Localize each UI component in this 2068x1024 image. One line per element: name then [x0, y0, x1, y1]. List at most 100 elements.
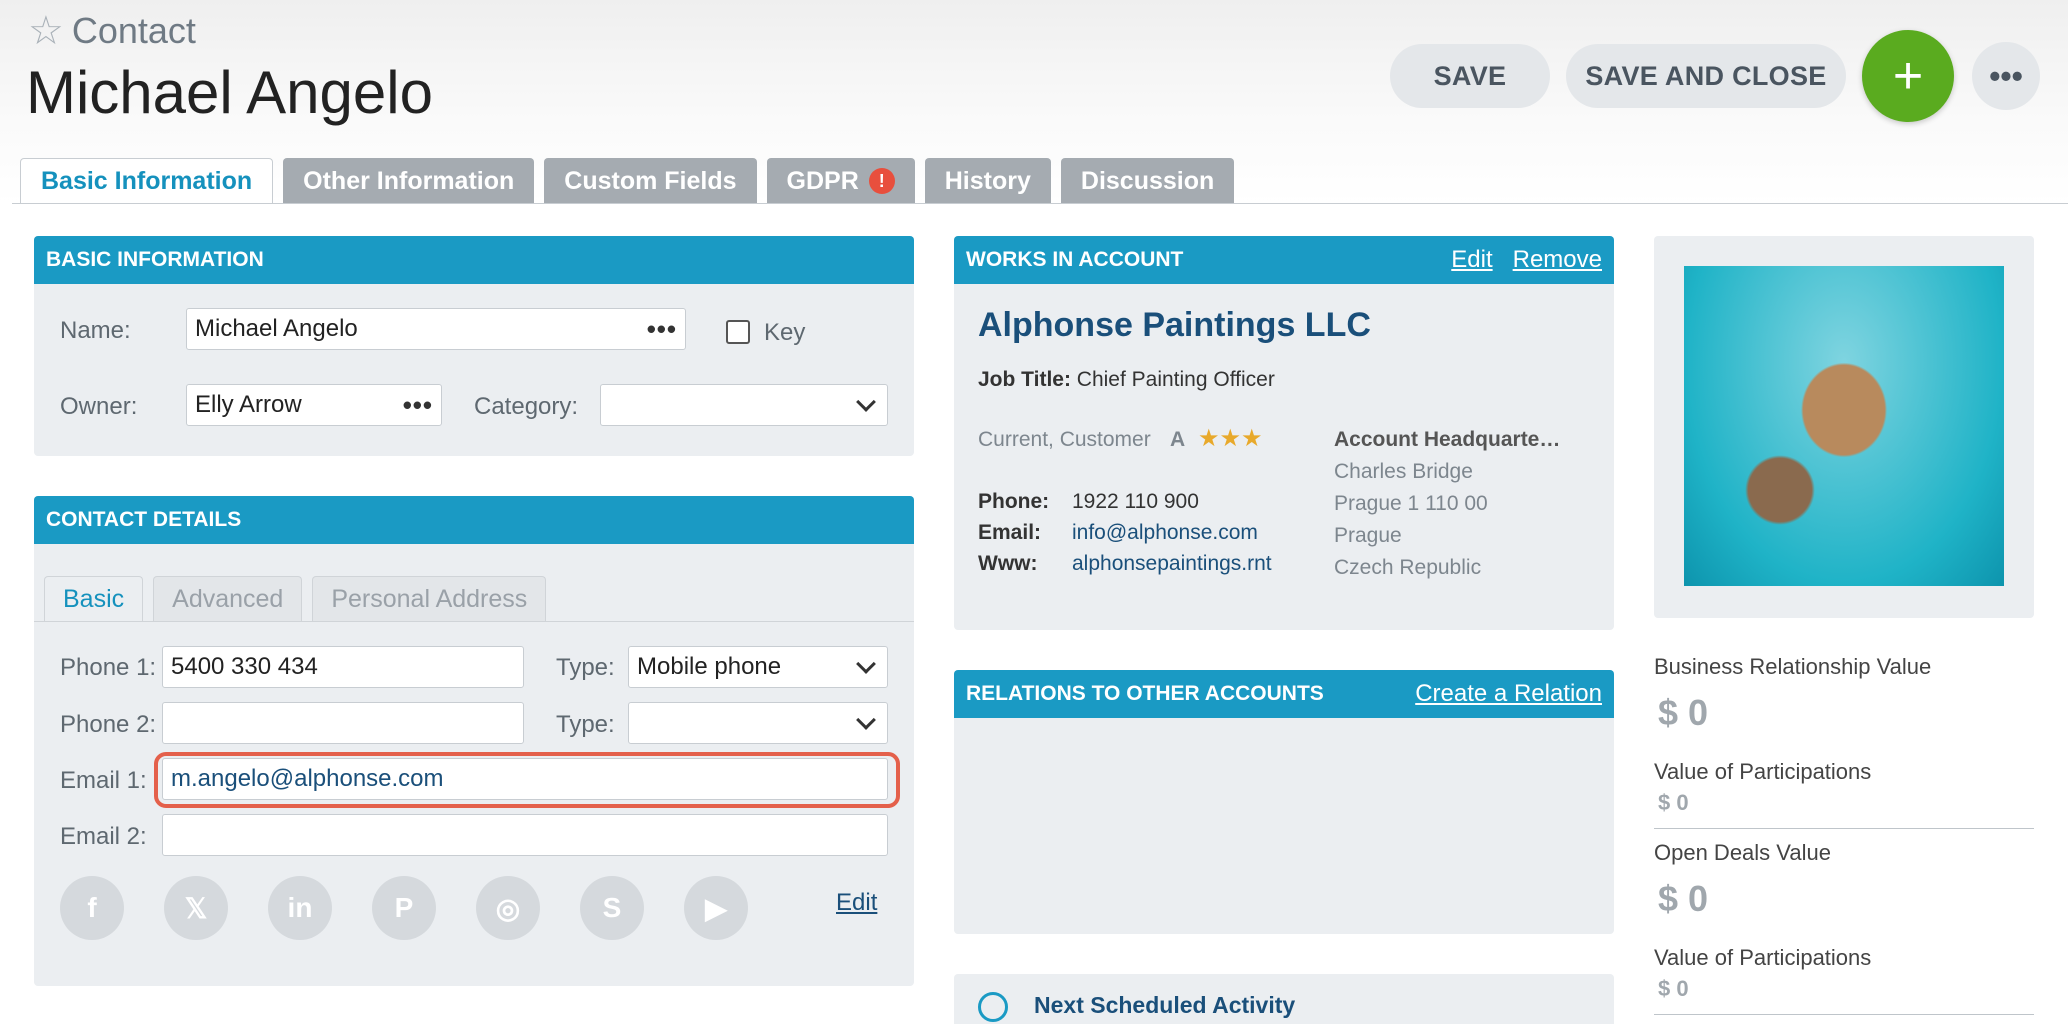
panel-title: RELATIONS TO OTHER ACCOUNTS: [966, 682, 1324, 705]
tab-label: History: [944, 166, 1031, 195]
rating-stars-icon: ★★★: [1198, 425, 1263, 452]
hq-label: Account Headquarte…: [1334, 428, 1561, 451]
main-tabs: Basic Information Other Information Cust…: [20, 158, 1235, 204]
owner-value: Elly Arrow: [195, 391, 302, 418]
tab-custom-fields[interactable]: Custom Fields: [544, 158, 757, 204]
job-title: Job Title: Chief Painting Officer: [978, 368, 1275, 392]
x-twitter-icon[interactable]: 𝕏: [164, 876, 228, 940]
owner-label: Owner:: [60, 393, 138, 420]
vop-value: $ 0: [1658, 790, 1689, 815]
vop-value: $ 0: [1658, 976, 1689, 1001]
account-email-link[interactable]: info@alphonse.com: [1072, 521, 1258, 545]
chevron-down-icon: [856, 710, 876, 730]
next-activity-label[interactable]: Next Scheduled Activity: [1034, 992, 1295, 1019]
divider: [1654, 828, 2034, 829]
contact-subtabs: Basic Advanced Personal Address: [44, 576, 547, 622]
rating-letter: A: [1170, 428, 1186, 451]
account-name[interactable]: Alphonse Paintings LLC: [978, 306, 1371, 345]
chevron-down-icon: [856, 392, 876, 412]
subtab-advanced[interactable]: Advanced: [153, 576, 303, 622]
phone1-type-select[interactable]: Mobile phone: [628, 646, 888, 688]
pinterest-icon[interactable]: P: [372, 876, 436, 940]
page-title: Michael Angelo: [26, 59, 433, 126]
key-checkbox[interactable]: [726, 320, 750, 344]
tab-divider: [12, 203, 2068, 204]
account-edit-link[interactable]: Edit: [1451, 246, 1492, 274]
name-value: Michael Angelo: [195, 315, 358, 342]
phone1-label: Phone 1:: [60, 654, 157, 681]
clock-icon: [978, 992, 1008, 1022]
subtab-basic[interactable]: Basic: [44, 576, 144, 622]
tab-history[interactable]: History: [924, 158, 1051, 204]
phone2-type-select[interactable]: [628, 702, 888, 744]
job-title-value: Chief Painting Officer: [1076, 368, 1275, 391]
account-remove-link[interactable]: Remove: [1513, 246, 1602, 274]
plus-icon: +: [1892, 47, 1924, 105]
skype-icon[interactable]: S: [580, 876, 644, 940]
chevron-down-icon: [856, 654, 876, 674]
panel-title: WORKS IN ACCOUNT: [966, 248, 1184, 271]
account-phone-label: Phone:: [978, 490, 1050, 513]
email1-label: Email 1:: [60, 767, 147, 794]
account-www-link[interactable]: alphonsepaintings.rnt: [1072, 552, 1272, 576]
panel-links: Edit Remove: [1451, 246, 1602, 274]
brv-label: Business Relationship Value: [1654, 654, 1932, 679]
owner-field[interactable]: Elly Arrow •••: [186, 384, 442, 426]
star-icon[interactable]: ☆: [28, 11, 64, 51]
category-select[interactable]: [600, 384, 888, 426]
panel-header: CONTACT DETAILS: [34, 496, 914, 544]
subtab-personal-address[interactable]: Personal Address: [312, 576, 547, 622]
relations-panel: RELATIONS TO OTHER ACCOUNTS Create a Rel…: [954, 670, 1614, 934]
hq-line: Charles Bridge: [1334, 460, 1473, 483]
job-title-label: Job Title:: [978, 368, 1071, 391]
save-and-close-button[interactable]: SAVE AND CLOSE: [1566, 44, 1846, 108]
type-label: Type:: [556, 711, 615, 738]
account-status: Current, Customer: [978, 428, 1151, 451]
panel-header: BASIC INFORMATION: [34, 236, 914, 284]
more-icon[interactable]: •••: [647, 314, 677, 345]
name-label: Name:: [60, 317, 131, 344]
tab-discussion[interactable]: Discussion: [1060, 158, 1235, 204]
facebook-icon[interactable]: f: [60, 876, 124, 940]
panel-header: RELATIONS TO OTHER ACCOUNTS Create a Rel…: [954, 670, 1614, 718]
tab-label: GDPR: [786, 166, 859, 195]
instagram-icon[interactable]: ◎: [476, 876, 540, 940]
type-label: Type:: [556, 654, 615, 681]
panel-title: BASIC INFORMATION: [46, 248, 264, 271]
hq-line: Prague: [1334, 524, 1402, 547]
email2-input[interactable]: [162, 814, 888, 856]
social-edit-link[interactable]: Edit: [836, 889, 877, 917]
tab-basic-information[interactable]: Basic Information: [20, 158, 274, 204]
vop-label: Value of Participations: [1654, 945, 1872, 970]
linkedin-icon[interactable]: in: [268, 876, 332, 940]
save-button[interactable]: SAVE: [1390, 44, 1550, 108]
youtube-icon[interactable]: ▶: [684, 876, 748, 940]
hq-line: Czech Republic: [1334, 556, 1482, 579]
create-relation-link[interactable]: Create a Relation: [1415, 680, 1602, 708]
more-icon: •••: [1989, 57, 2023, 94]
name-field[interactable]: Michael Angelo •••: [186, 308, 686, 350]
hq-line: Prague 1 110 00: [1334, 492, 1488, 515]
more-icon[interactable]: •••: [403, 390, 433, 421]
phone1-input[interactable]: 5400 330 434: [162, 646, 524, 688]
divider: [1654, 1014, 2034, 1015]
phone1-value: 5400 330 434: [171, 653, 318, 680]
contact-photo[interactable]: [1684, 266, 2004, 586]
panel-title: CONTACT DETAILS: [46, 508, 242, 531]
account-www-label: Www:: [978, 552, 1038, 575]
email2-label: Email 2:: [60, 823, 147, 850]
account-phone[interactable]: 1922 110 900: [1072, 490, 1199, 514]
phone2-input[interactable]: [162, 702, 524, 744]
tab-gdpr[interactable]: GDPR!: [766, 158, 915, 204]
tab-label: Custom Fields: [564, 166, 737, 195]
more-options-button[interactable]: •••: [1972, 42, 2040, 110]
brv-value: $ 0: [1658, 692, 1709, 733]
entity-type-label: Contact: [71, 10, 196, 51]
add-button[interactable]: +: [1862, 30, 1954, 122]
tab-other-information[interactable]: Other Information: [283, 158, 535, 204]
tab-label: Basic Information: [41, 167, 253, 195]
phone1-type-value: Mobile phone: [637, 653, 782, 680]
email1-highlight: [154, 752, 900, 808]
odv-label: Open Deals Value: [1654, 840, 1831, 865]
tab-label: Discussion: [1080, 166, 1215, 195]
